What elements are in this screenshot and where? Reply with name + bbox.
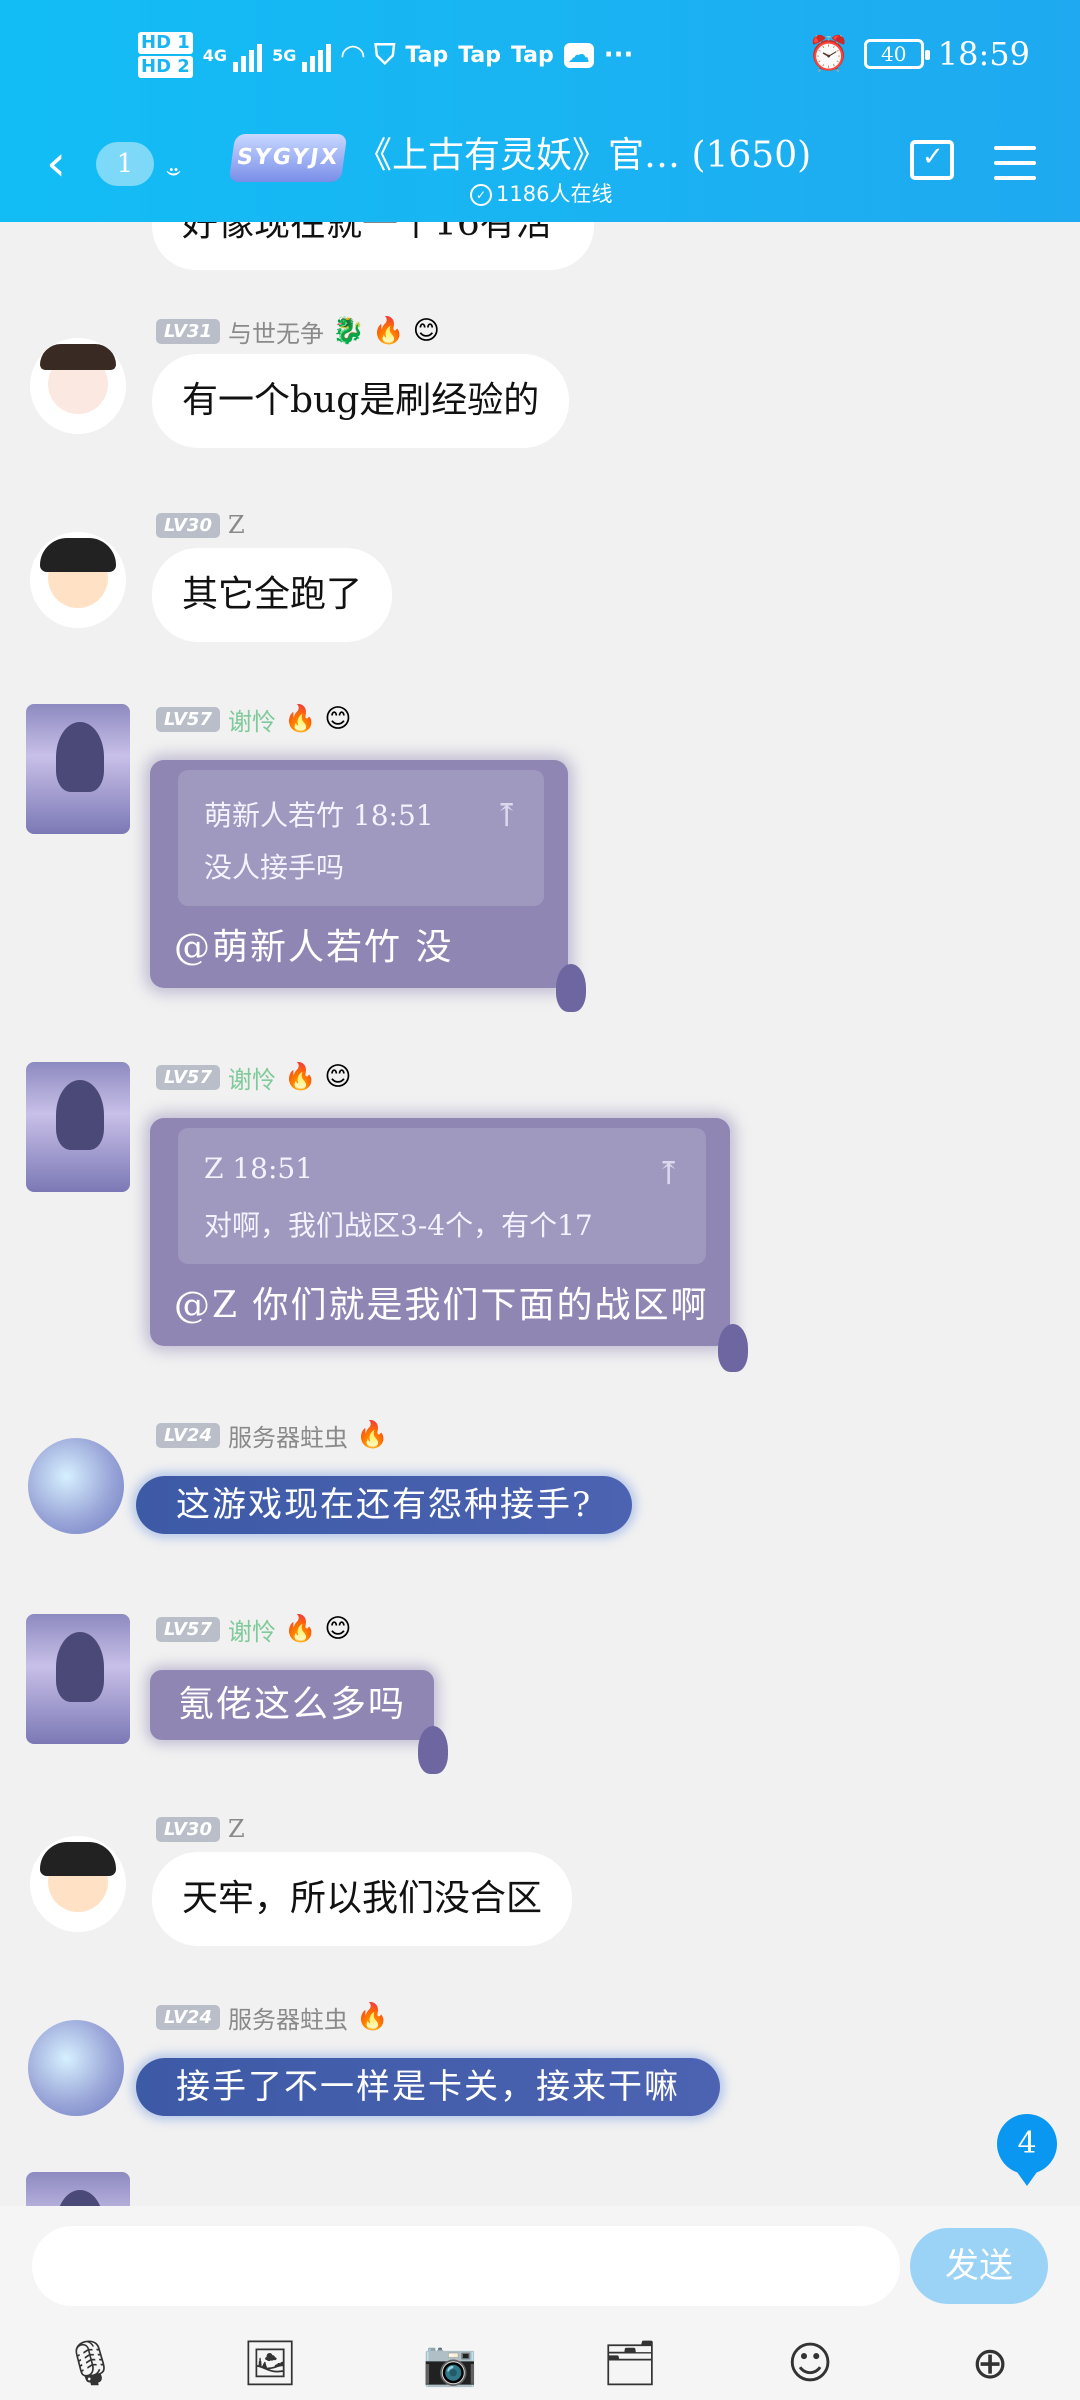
shield-icon: ⛉ (374, 38, 396, 71)
sim-indicator: HD 1 HD 2 (138, 32, 193, 78)
level-badge: LV24 (156, 2004, 220, 2030)
back-arrow-icon[interactable]: ‹ (46, 138, 66, 188)
level-badge: LV30 (156, 1816, 220, 1842)
network-5g-label: 5G (272, 45, 297, 65)
fire-badge-icon: 🔥 (283, 704, 317, 734)
signal-icon (233, 38, 263, 72)
avatar[interactable] (30, 338, 126, 434)
status-bar: HD 1 HD 2 4G 5G ◠ ⛉ Tap Tap Tap ☁ ··· ⏰ … (0, 28, 1080, 98)
message-bubble[interactable]: 接手了不一样是卡关，接来干嘛 (136, 2058, 720, 2116)
message-bubble[interactable]: 有一个bug是刷经验的 (152, 354, 570, 448)
nickname[interactable]: 谢怜 (228, 1060, 276, 1095)
battery-icon: 40 (863, 39, 930, 69)
avatar[interactable] (28, 1438, 124, 1534)
message-input[interactable] (32, 2226, 900, 2306)
new-messages-badge[interactable]: 4 (997, 2114, 1057, 2186)
bubble-decoration (556, 964, 586, 1012)
weather-icon: ☁ (563, 42, 594, 68)
message-bubble[interactable]: 其它全跑了 (152, 548, 393, 642)
avatar[interactable] (30, 532, 126, 628)
nickname[interactable]: 服务器蛀虫 (228, 1418, 348, 1453)
nickname[interactable]: Z (228, 1815, 245, 1843)
clock: 18:59 (937, 35, 1030, 73)
level-badge: LV57 (156, 706, 220, 732)
bubble-decoration (718, 1324, 748, 1372)
nickname[interactable]: 与世无争 (228, 314, 324, 349)
fire-badge-icon: 🔥 (372, 316, 405, 346)
message-text: @萌新人若竹 没 (174, 927, 454, 968)
fire-badge-icon: 🔥 (355, 1420, 389, 1450)
smile-badge-icon: 😊 (324, 704, 352, 734)
avatar[interactable] (30, 1836, 126, 1932)
signal-icon (302, 38, 332, 72)
smile-badge-icon: 😊 (324, 1614, 352, 1644)
unread-count-badge[interactable]: 1 (96, 142, 154, 186)
nickname[interactable]: 谢怜 (228, 702, 276, 737)
avatar[interactable] (26, 704, 130, 834)
microphone-icon[interactable]: 🎙 (60, 2334, 120, 2394)
message-bubble[interactable]: 这游戏现在还有怨种接手? (136, 1476, 633, 1534)
quoted-message[interactable]: Z 18:51 对啊，我们战区3-4个，有个17 ⤒ (178, 1128, 706, 1264)
composer-toolbar: 🎙 🖼 📷 🗂 ☺ ⊕ (0, 2334, 1080, 2394)
quote-author: Z 18:51 (204, 1152, 314, 1185)
message-bubble: 好像现在就一个16有活 (152, 222, 594, 270)
message-bubble[interactable]: 天牢，所以我们没合区 (152, 1852, 573, 1946)
fire-badge-icon: 🔥 (283, 1062, 317, 1092)
alarm-icon: ⏰ (807, 34, 850, 74)
level-badge: LV57 (156, 1616, 220, 1642)
file-icon[interactable]: 🗂 (600, 2334, 660, 2394)
send-button[interactable]: 发送 (910, 2228, 1048, 2304)
chat-header: ‹ 1 𝆊 SYGYJX 《上古有灵妖》官… (1650) ✓1186人在线 (0, 118, 1080, 208)
plus-icon[interactable]: ⊕ (960, 2334, 1020, 2394)
network-4g-label: 4G (202, 45, 228, 65)
quoted-message[interactable]: 萌新人若竹 18:51 没人接手吗 ⤒ (178, 770, 544, 906)
tap-app-icon: Tap (510, 42, 554, 68)
check-circle-icon: ✓ (470, 184, 492, 206)
composer: 发送 🎙 🖼 📷 🗂 ☺ ⊕ (0, 2206, 1080, 2400)
quote-author: 萌新人若竹 18:51 (204, 799, 434, 832)
calendar-check-icon[interactable] (910, 140, 954, 180)
quote-text: 对啊，我们战区3-4个，有个17 (204, 1209, 593, 1242)
image-icon[interactable]: 🖼 (240, 2334, 300, 2394)
avatar[interactable] (26, 1614, 130, 1744)
message-bubble[interactable]: 氪佬这么多吗 (150, 1670, 435, 1740)
smile-badge-icon: 😊 (324, 1062, 352, 1092)
smile-badge-icon: 😊 (412, 316, 440, 346)
level-badge: LV24 (156, 1422, 220, 1448)
message-text: @Z 你们就是我们下面的战区啊 (174, 1285, 709, 1326)
bubble-decoration (418, 1726, 448, 1774)
avatar[interactable] (26, 1062, 130, 1192)
avatar[interactable] (26, 2172, 130, 2206)
fire-badge-icon: 🔥 (355, 2002, 389, 2032)
level-badge: LV57 (156, 1064, 220, 1090)
group-logo: SYGYJX (228, 134, 348, 182)
group-title[interactable]: 《上古有灵妖》官… (1650) (356, 126, 811, 178)
fire-badge-icon: 🔥 (283, 1614, 317, 1644)
quote-text: 没人接手吗 (204, 851, 345, 884)
nickname[interactable]: 服务器蛀虫 (228, 2000, 348, 2035)
level-badge: LV31 (156, 318, 220, 344)
camera-icon[interactable]: 📷 (420, 2334, 480, 2394)
wifi-icon: ◠ (341, 37, 365, 73)
top-bar: HD 1 HD 2 4G 5G ◠ ⛉ Tap Tap Tap ☁ ··· ⏰ … (0, 0, 1080, 222)
menu-icon[interactable] (994, 146, 1036, 191)
nickname[interactable]: 谢怜 (228, 1612, 276, 1647)
level-badge: LV30 (156, 512, 220, 538)
jump-to-message-icon[interactable]: ⤒ (655, 1154, 682, 1192)
tap-app-icon: Tap (405, 42, 449, 68)
tap-app-icon: Tap (458, 42, 501, 68)
jump-to-message-icon[interactable]: ⤒ (493, 796, 520, 834)
nickname[interactable]: Z (228, 511, 245, 539)
dragon-badge-icon: 🐉 (331, 316, 365, 346)
more-notifications-icon: ··· (603, 40, 634, 70)
message-list[interactable]: 好像现在就一个16有活 LV31 与世无争 🐉 🔥 😊 有一个bug是刷经验的 … (0, 222, 1080, 2206)
online-count: ✓ 1186人在线 (470, 178, 612, 208)
reply-bubble[interactable]: Z 18:51 对啊，我们战区3-4个，有个17 ⤒ @Z 你们就是我们下面的战… (150, 1118, 730, 1346)
reply-bubble[interactable]: 萌新人若竹 18:51 没人接手吗 ⤒ @萌新人若竹 没 (150, 760, 568, 988)
emoji-icon[interactable]: ☺ (780, 2334, 840, 2394)
avatar[interactable] (28, 2020, 124, 2116)
